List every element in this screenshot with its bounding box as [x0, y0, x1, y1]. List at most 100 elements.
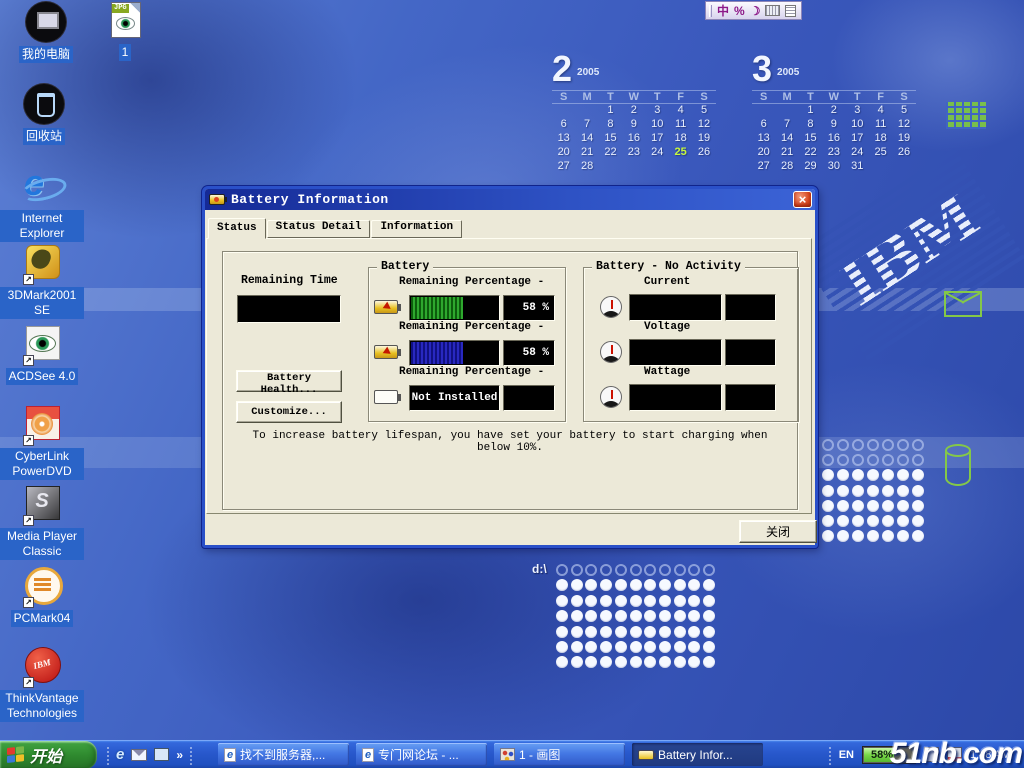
task-button[interactable]: e找不到服务器,...: [218, 743, 349, 766]
task-button[interactable]: Battery Infor...: [632, 743, 763, 766]
calendar-header: 32005: [752, 52, 916, 88]
calendar-day-cell: 22: [799, 146, 822, 160]
dot: [630, 610, 642, 622]
desktop: IBM d:\ 我的电脑JPG1回收站eInternet Explorer↗3D…: [0, 0, 1024, 768]
desktop-icon-3dmark2001[interactable]: ↗3DMark2001 SE: [0, 243, 84, 319]
calendar-day-cell: 11: [669, 118, 692, 132]
close-icon[interactable]: ×: [793, 191, 812, 208]
remaining-time-label: Remaining Time: [241, 274, 338, 287]
calendar-day-cell: 14: [575, 132, 598, 146]
desktop-icon-thinkvantage[interactable]: IBM↗ThinkVantage Technologies: [0, 646, 84, 722]
desktop-icon-my-computer[interactable]: 我的电脑: [4, 2, 88, 63]
tray-icon[interactable]: [924, 747, 939, 762]
dot: [659, 595, 671, 607]
icon-label: PCMark04: [11, 610, 74, 627]
battery-health-button[interactable]: Battery Health...: [236, 370, 342, 392]
current-unit-display: [725, 294, 776, 321]
powerdvd-icon: ↗: [20, 404, 64, 446]
dot: [703, 610, 715, 622]
ime-options-icon[interactable]: [785, 5, 796, 17]
tray-icon[interactable]: [947, 747, 962, 762]
desktop-icon-powerdvd[interactable]: ↗CyberLink PowerDVD: [0, 404, 84, 480]
soft-keyboard-icon[interactable]: [765, 5, 780, 16]
ime-mode-icon[interactable]: ☽: [750, 4, 761, 18]
icon-label: ACDSee 4.0: [6, 368, 79, 385]
punctuation-icon[interactable]: %: [734, 4, 745, 18]
calendar-header-cell: F: [869, 90, 892, 104]
desktop-icon-mpc[interactable]: S↗Media Player Classic: [0, 484, 84, 560]
dot: [644, 641, 656, 653]
dot: [630, 641, 642, 653]
customize-button[interactable]: Customize...: [236, 401, 342, 423]
dot: [688, 626, 700, 638]
dot: [674, 579, 686, 591]
dot: [674, 564, 686, 576]
dot: [585, 579, 597, 591]
calendar-day-cell: [692, 160, 715, 174]
language-indicator[interactable]: EN: [839, 749, 854, 761]
task-button[interactable]: 1 - 画图: [494, 743, 625, 766]
ie-quicklaunch-icon[interactable]: e: [116, 747, 124, 763]
task-button[interactable]: e专门网论坛 - ...: [356, 743, 487, 766]
dot: [912, 454, 924, 466]
chinese-ime-icon[interactable]: 中: [717, 4, 729, 18]
dot: [852, 439, 864, 451]
close-dialog-button[interactable]: 关闭: [739, 520, 817, 543]
desktop-icon-internet-explorer[interactable]: eInternet Explorer: [0, 166, 84, 242]
dot: [571, 641, 583, 653]
dot: [615, 626, 627, 638]
icon-label: 回收站: [23, 128, 65, 145]
drag-handle-icon[interactable]: [709, 5, 712, 17]
dot: [822, 530, 834, 542]
dot: [688, 564, 700, 576]
dot: [615, 579, 627, 591]
task-label: 找不到服务器,...: [240, 746, 325, 763]
tab-status[interactable]: Status: [208, 218, 266, 239]
dot: [585, 626, 597, 638]
show-desktop-icon[interactable]: [154, 748, 169, 761]
thinkvantage-icon: IBM↗: [20, 646, 64, 688]
dot: [600, 564, 612, 576]
wattage-label: Wattage: [644, 366, 690, 378]
task-label: 专门网论坛 - ...: [378, 746, 459, 763]
dot: [674, 610, 686, 622]
desktop-icon-recycle-bin[interactable]: 回收站: [2, 84, 86, 145]
dot: [644, 579, 656, 591]
dot: [822, 439, 834, 451]
calendar-day-cell: [892, 160, 915, 174]
calendar-day-cell: 26: [892, 146, 915, 160]
remaining-time-display: [237, 295, 341, 323]
desktop-icon-acdsee[interactable]: ↗ACDSee 4.0: [0, 324, 84, 385]
start-button[interactable]: 开始: [0, 741, 97, 768]
language-bar[interactable]: 中 % ☽: [705, 1, 802, 20]
icon-label: 我的电脑: [19, 46, 73, 63]
task-label: 1 - 画图: [519, 746, 560, 763]
calendar-day-cell: 24: [846, 146, 869, 160]
dot: [556, 610, 568, 622]
desktop-icon-jpg-1[interactable]: JPG1: [95, 0, 155, 61]
calendar-day-cell: 1: [799, 104, 822, 118]
chevron-icon[interactable]: »: [176, 748, 183, 762]
battery-row-label: Remaining Percentage -: [399, 321, 544, 333]
calendar-day-cell: 29: [799, 160, 822, 174]
mail-quicklaunch-icon[interactable]: [131, 749, 147, 761]
calendar-header-cell: S: [692, 90, 715, 104]
dot: [703, 595, 715, 607]
calendar-day-cell: 7: [775, 118, 798, 132]
dialog-titlebar[interactable]: Battery Information ×: [205, 189, 815, 210]
task-label: Battery Infor...: [658, 748, 733, 762]
icon-label: Media Player Classic: [0, 528, 84, 560]
tab-information[interactable]: Information: [371, 220, 462, 238]
dot: [659, 579, 671, 591]
calendar-month-number: 2: [552, 52, 572, 86]
status-content-box: Remaining Time Battery Remaining Percent…: [222, 251, 798, 510]
charge-arrow-icon: [383, 347, 397, 360]
dot: [852, 454, 864, 466]
current-label: Current: [644, 276, 690, 288]
tab-status-detail[interactable]: Status Detail: [267, 220, 371, 238]
tray-battery-meter[interactable]: 58%: [862, 746, 916, 764]
battery-row-label: Remaining Percentage -: [399, 276, 544, 288]
desktop-icon-pcmark04[interactable]: ↗PCMark04: [0, 566, 84, 627]
dot: [822, 485, 834, 497]
calendar-month-number: 3: [752, 52, 772, 86]
